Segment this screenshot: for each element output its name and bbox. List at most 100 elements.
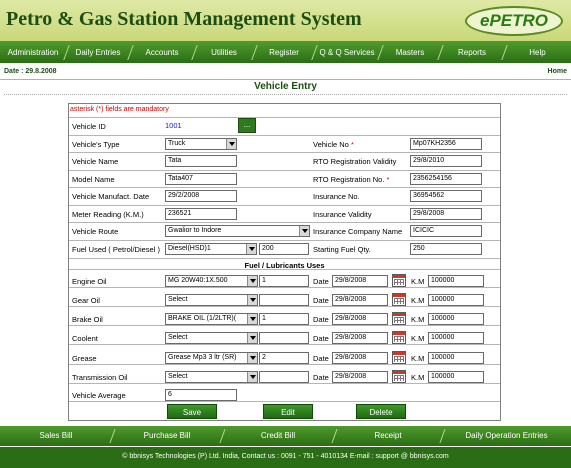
calendar-icon[interactable] xyxy=(392,331,406,344)
vehicle-no-input[interactable]: Mp07KH2356 xyxy=(410,138,482,150)
footer-daily-operation-entries[interactable]: Daily Operation Entries xyxy=(442,426,571,446)
engine-oil-date-input[interactable]: 29/8/2008 xyxy=(332,275,388,287)
calendar-icon[interactable] xyxy=(392,293,406,306)
grease-select[interactable]: Grease Mp3 3 ltr (SR) xyxy=(165,352,258,364)
vehicle-id-value: 1001 xyxy=(165,121,182,130)
footer-purchase-bill[interactable]: Purchase Bill xyxy=(112,426,222,446)
manufact-date-input[interactable]: 29/2/2008 xyxy=(165,190,237,202)
nav-masters[interactable]: Masters xyxy=(380,42,440,63)
coolent-value: Select xyxy=(168,334,188,341)
coolent-label: Coolent xyxy=(72,334,98,343)
chevron-down-icon xyxy=(247,276,257,286)
calendar-icon[interactable] xyxy=(392,312,406,325)
brake-oil-date-input[interactable]: 29/8/2008 xyxy=(332,313,388,325)
chevron-down-icon xyxy=(299,226,309,236)
gear-oil-select[interactable]: Select xyxy=(165,294,258,306)
engine-oil-km-input[interactable]: 100000 xyxy=(428,275,484,287)
footer-receipt[interactable]: Receipt xyxy=(334,426,442,446)
chevron-down-icon xyxy=(247,353,257,363)
fuel-qty-input[interactable]: 200 xyxy=(259,243,309,255)
km-label: K.M xyxy=(411,354,425,363)
footer-nav: Sales Bill Purchase Bill Credit Bill Rec… xyxy=(0,426,571,446)
grease-date-input[interactable]: 29/8/2008 xyxy=(332,352,388,364)
gear-oil-value: Select xyxy=(168,296,188,303)
copyright-bar: © bbnisys Technologies (P) Ltd. India, C… xyxy=(0,447,571,468)
divider xyxy=(4,94,567,95)
nav-register[interactable]: Register xyxy=(254,42,314,63)
gear-oil-qty-input[interactable] xyxy=(259,294,309,306)
vehicle-average-input[interactable]: 6 xyxy=(165,389,237,401)
insurance-validity-input[interactable]: 29/8/2008 xyxy=(410,208,482,220)
date-label: Date xyxy=(313,296,329,305)
delete-button[interactable]: Delete xyxy=(356,404,406,419)
footer-credit-bill[interactable]: Credit Bill xyxy=(222,426,334,446)
nav-administration[interactable]: Administration xyxy=(0,42,66,63)
gear-oil-date-input[interactable]: 29/8/2008 xyxy=(332,294,388,306)
nav-reports[interactable]: Reports xyxy=(440,42,504,63)
coolent-date-input[interactable]: 29/8/2008 xyxy=(332,332,388,344)
vehicle-name-input[interactable]: Tata xyxy=(165,155,237,167)
km-label: K.M xyxy=(411,334,425,343)
row-divider xyxy=(69,306,500,307)
vehicle-type-select[interactable]: Truck xyxy=(165,138,237,150)
row-divider xyxy=(69,258,500,259)
edit-button[interactable]: Edit xyxy=(263,404,313,419)
vehicle-type-value: Truck xyxy=(168,140,186,147)
brake-oil-km-input[interactable]: 100000 xyxy=(428,313,484,325)
nav-qq-services[interactable]: Q & Q Services xyxy=(314,42,380,63)
vehicle-name-label: Vehicle Name xyxy=(72,157,119,166)
insurance-no-input[interactable]: 36954562 xyxy=(410,190,482,202)
transmission-oil-select[interactable]: Select xyxy=(165,371,258,383)
vehicle-route-value: Gwalior to Indore xyxy=(168,227,222,234)
gear-oil-km-input[interactable]: 100000 xyxy=(428,294,484,306)
grease-qty-input[interactable]: 2 xyxy=(259,352,309,364)
brake-oil-select[interactable]: BRAKE OIL (1/2LTR)( xyxy=(165,313,258,325)
coolent-km-input[interactable]: 100000 xyxy=(428,332,484,344)
transmission-oil-date-input[interactable]: 29/8/2008 xyxy=(332,371,388,383)
insurance-company-input[interactable]: ICICIC xyxy=(410,225,482,237)
row-divider xyxy=(69,364,500,365)
transmission-oil-qty-input[interactable] xyxy=(259,371,309,383)
meter-reading-input[interactable]: 236521 xyxy=(165,208,237,220)
footer-sales-bill[interactable]: Sales Bill xyxy=(0,426,112,446)
engine-oil-label: Engine Oil xyxy=(72,277,107,286)
vehicle-lookup-button[interactable]: ... xyxy=(238,118,256,133)
vehicle-route-select[interactable]: Gwalior to Indore xyxy=(165,225,310,237)
nav-accounts[interactable]: Accounts xyxy=(130,42,194,63)
vehicle-average-label: Vehicle Average xyxy=(72,391,126,400)
nav-help[interactable]: Help xyxy=(504,42,571,63)
transmission-oil-km-input[interactable]: 100000 xyxy=(428,371,484,383)
mandatory-note: asterisk (*) fields are mandatory xyxy=(70,106,169,113)
calendar-icon[interactable] xyxy=(392,274,406,287)
brake-oil-qty-input[interactable]: 1 xyxy=(259,313,309,325)
meter-reading-label: Meter Reading (K.M.) xyxy=(72,210,144,219)
home-link[interactable]: Home xyxy=(548,68,567,75)
nav-utilities[interactable]: Utilities xyxy=(194,42,254,63)
calendar-icon[interactable] xyxy=(392,370,406,383)
date-label: Date xyxy=(313,373,329,382)
row-divider xyxy=(69,240,500,241)
km-label: K.M xyxy=(411,373,425,382)
fuel-used-select[interactable]: Diesel(HSD)1 xyxy=(165,243,257,255)
nav-daily-entries[interactable]: Daily Entries xyxy=(66,42,130,63)
fuel-used-label: Fuel Used ( Petrol/Diesel ) xyxy=(72,245,160,254)
brake-oil-value: BRAKE OIL (1/2LTR)( xyxy=(168,315,237,322)
row-divider xyxy=(69,344,500,345)
grease-km-input[interactable]: 100000 xyxy=(428,352,484,364)
engine-oil-select[interactable]: MG 20W40:1X.500 xyxy=(165,275,258,287)
epetro-logo: ePETRO xyxy=(465,6,563,36)
rto-no-input[interactable]: 2356254156 xyxy=(410,173,482,185)
row-divider xyxy=(69,152,500,153)
insurance-no-label: Insurance No. xyxy=(313,192,360,201)
calendar-icon[interactable] xyxy=(392,351,406,364)
engine-oil-qty-input[interactable]: 1 xyxy=(259,275,309,287)
coolent-select[interactable]: Select xyxy=(165,332,258,344)
starting-fuel-input[interactable]: 250 xyxy=(410,243,482,255)
coolent-qty-input[interactable] xyxy=(259,332,309,344)
row-divider xyxy=(69,205,500,206)
row-divider xyxy=(69,287,500,288)
save-button[interactable]: Save xyxy=(167,404,217,419)
insurance-company-label: Insurance Company Name xyxy=(313,227,403,236)
rto-validity-input[interactable]: 29/8/2010 xyxy=(410,155,482,167)
model-name-input[interactable]: Tata407 xyxy=(165,173,237,185)
